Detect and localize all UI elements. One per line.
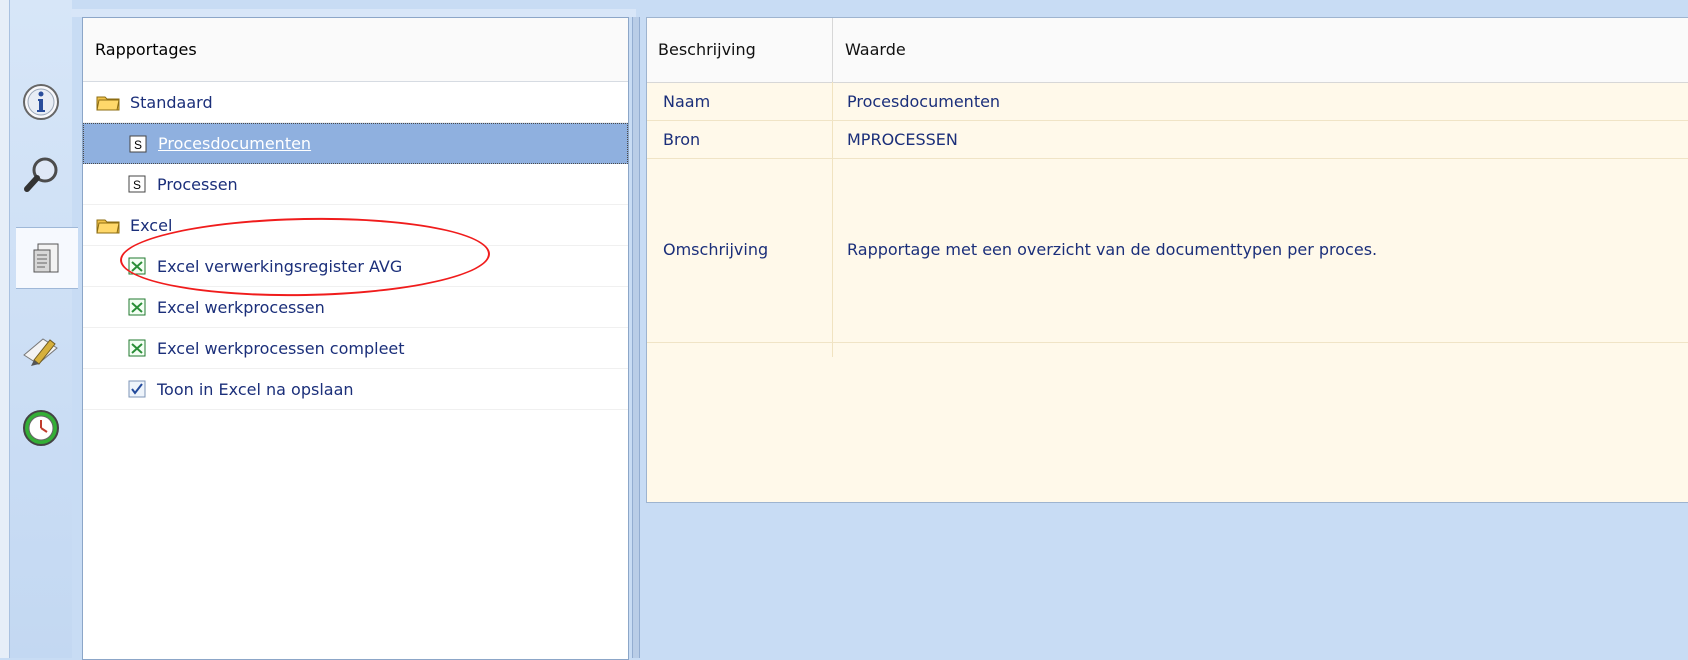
tree-item-toon-in-excel-checkbox[interactable]: Toon in Excel na opslaan — [83, 369, 628, 410]
tree-item-standaard[interactable]: Standaard — [83, 82, 628, 123]
description-column-header: Beschrijving — [658, 40, 756, 59]
svg-text:S: S — [133, 178, 141, 192]
excel-icon — [128, 339, 146, 357]
reports-tree-title: Rapportages — [95, 40, 197, 59]
property-row-naam: Naam Procesdocumenten — [647, 82, 1688, 121]
sidebar-reports-button[interactable] — [16, 227, 78, 289]
sidebar-sync-button[interactable] — [12, 398, 70, 458]
window-left-edge — [0, 0, 10, 658]
tree-item-excel-werkprocessen-compleet[interactable]: Excel werkprocessen compleet — [83, 328, 628, 369]
property-row-bron: Bron MPROCESSEN — [647, 120, 1688, 159]
reports-tree-panel: Rapportages Standaard S Procesdocumenten… — [71, 9, 636, 660]
sidebar — [10, 0, 78, 658]
property-value: Procesdocumenten — [847, 92, 1001, 111]
header-divider — [832, 18, 833, 82]
property-row-omschrijving: Omschrijving Rapportage met een overzich… — [647, 158, 1688, 343]
folder-icon — [96, 219, 120, 234]
excel-icon — [128, 298, 146, 316]
clock-sync-icon — [23, 410, 59, 446]
magnifier-icon — [24, 157, 58, 192]
info-icon — [23, 84, 59, 120]
tree-item-label: Excel werkprocessen compleet — [157, 338, 405, 358]
tree-item-label: Excel werkprocessen — [157, 297, 325, 317]
value-column-header: Waarde — [845, 40, 906, 59]
property-name: Naam — [663, 92, 711, 111]
checkbox-icon[interactable] — [127, 379, 147, 399]
reports-tree-header: Rapportages — [83, 18, 628, 82]
property-name: Omschrijving — [663, 240, 769, 259]
svg-text:S: S — [134, 138, 142, 152]
report-icon — [33, 243, 59, 273]
tree-item-label: Excel — [130, 215, 173, 235]
property-value: MPROCESSEN — [847, 130, 958, 149]
property-name: Bron — [663, 130, 701, 149]
tree-item-label: Toon in Excel na opslaan — [157, 379, 354, 399]
sidebar-edit-button[interactable] — [12, 320, 70, 380]
sidebar-search-button[interactable] — [12, 145, 70, 205]
tree-item-procesdocumenten[interactable]: S Procesdocumenten — [83, 123, 628, 164]
tree-item-processen[interactable]: S Processen — [83, 164, 628, 205]
s-report-icon: S — [128, 175, 146, 193]
tree-item-label: Procesdocumenten — [158, 134, 312, 153]
edit-pencil-icon — [23, 338, 58, 366]
properties-panel: Beschrijving Waarde Naam Procesdocumente… — [646, 17, 1688, 503]
sidebar-info-button[interactable] — [12, 72, 70, 132]
tree-item-label: Standaard — [130, 92, 213, 112]
folder-icon — [96, 96, 120, 111]
s-report-icon: S — [129, 135, 147, 152]
property-value: Rapportage met een overzicht van de docu… — [847, 240, 1378, 259]
properties-header: Beschrijving Waarde — [647, 18, 1688, 83]
panel-splitter[interactable] — [632, 17, 640, 658]
tree-item-label: Processen — [157, 174, 238, 194]
